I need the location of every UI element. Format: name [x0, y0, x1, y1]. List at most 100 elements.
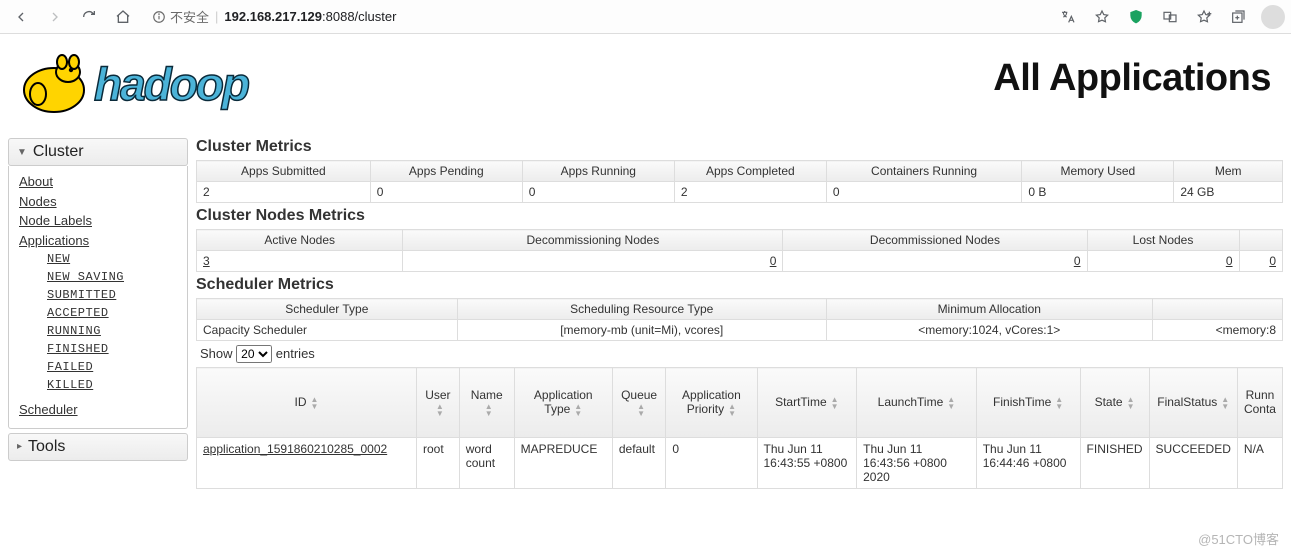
decommissioning-link[interactable]: 0: [770, 254, 777, 268]
url-rest: :8088/cluster: [322, 9, 396, 24]
th-resource-type: Scheduling Resource Type: [457, 299, 826, 320]
th-user[interactable]: User▲▼: [417, 368, 460, 438]
cell: 0: [1239, 251, 1282, 272]
sort-icon: ▲▼: [728, 403, 736, 417]
shield-icon[interactable]: [1121, 3, 1151, 31]
cell: 0: [370, 182, 522, 203]
nav-node-labels[interactable]: Node Labels: [19, 211, 177, 231]
sidebar: ▼ Cluster About Nodes Node Labels Applica…: [8, 138, 188, 489]
th-apptype[interactable]: Application Type▲▼: [514, 368, 612, 438]
sidebar-tools-header[interactable]: ▸Tools: [8, 433, 188, 461]
chevron-down-icon: ▼: [17, 147, 27, 158]
entries-control: Show 20 entries: [200, 345, 1283, 363]
svg-text:hadoop: hadoop: [94, 58, 249, 110]
th-blank2: [1152, 299, 1282, 320]
nav-state-accepted[interactable]: ACCEPTED: [47, 304, 177, 322]
th-starttime[interactable]: StartTime▲▼: [757, 368, 857, 438]
star-icon[interactable]: [1087, 3, 1117, 31]
nav-state-submitted[interactable]: SUBMITTED: [47, 286, 177, 304]
address-bar[interactable]: 不安全 | 192.168.217.129:8088/cluster: [152, 3, 1045, 31]
show-label: Show: [200, 346, 233, 361]
table-row: 2 0 0 2 0 0 B 24 GB: [197, 182, 1283, 203]
nav-scheduler[interactable]: Scheduler: [19, 400, 177, 420]
favorites-icon[interactable]: [1189, 3, 1219, 31]
section-scheduler-metrics: Scheduler Metrics: [196, 276, 1283, 294]
sort-icon: ▲▼: [1221, 396, 1229, 410]
sort-icon: ▲▼: [485, 403, 493, 417]
nav-state-new[interactable]: NEW: [47, 250, 177, 268]
th-running-containers[interactable]: Runn Conta: [1237, 368, 1282, 438]
th-queue[interactable]: Queue▲▼: [612, 368, 665, 438]
nodes-metrics-table: Active Nodes Decommissioning Nodes Decom…: [196, 229, 1283, 272]
th-mem: Mem: [1174, 161, 1283, 182]
th-blank: [1239, 230, 1282, 251]
cell-priority: 0: [666, 437, 757, 488]
refresh-button[interactable]: [74, 3, 104, 31]
cell-finalstatus: SUCCEEDED: [1149, 437, 1237, 488]
th-id[interactable]: ID▲▼: [197, 368, 417, 438]
url-host: 192.168.217.129: [224, 9, 322, 24]
th-state[interactable]: State▲▼: [1080, 368, 1149, 438]
th-apps-completed: Apps Completed: [674, 161, 826, 182]
sidebar-cluster-header[interactable]: ▼ Cluster: [8, 138, 188, 166]
cell: 2: [674, 182, 826, 203]
cluster-metrics-table: Apps Submitted Apps Pending Apps Running…: [196, 160, 1283, 203]
th-decommissioned: Decommissioned Nodes: [783, 230, 1087, 251]
cell-apptype: MAPREDUCE: [514, 437, 612, 488]
section-nodes-metrics: Cluster Nodes Metrics: [196, 207, 1283, 225]
decommissioned-link[interactable]: 0: [1074, 254, 1081, 268]
cell-starttime: Thu Jun 11 16:43:55 +0800: [757, 437, 857, 488]
sort-icon: ▲▼: [831, 396, 839, 410]
nav-state-running[interactable]: RUNNING: [47, 322, 177, 340]
translate2-icon[interactable]: [1155, 3, 1185, 31]
sidebar-cluster-label: Cluster: [33, 143, 84, 161]
nav-state-new-saving[interactable]: NEW SAVING: [47, 268, 177, 286]
application-link[interactable]: application_1591860210285_0002: [203, 442, 387, 456]
th-finalstatus[interactable]: FinalStatus▲▼: [1149, 368, 1237, 438]
nav-about[interactable]: About: [19, 172, 177, 192]
table-row: Capacity Scheduler [memory-mb (unit=Mi),…: [197, 320, 1283, 341]
nav-applications[interactable]: Applications: [19, 231, 177, 251]
collections-icon[interactable]: [1223, 3, 1253, 31]
toolbar-right: [1053, 3, 1285, 31]
cell: 3: [197, 251, 403, 272]
section-cluster-metrics: Cluster Metrics: [196, 138, 1283, 156]
active-nodes-link[interactable]: 3: [203, 254, 210, 268]
cell-user: root: [417, 437, 460, 488]
translate-icon[interactable]: [1053, 3, 1083, 31]
th-finishtime[interactable]: FinishTime▲▼: [976, 368, 1080, 438]
nav-state-killed[interactable]: KILLED: [47, 376, 177, 394]
th-apps-pending: Apps Pending: [370, 161, 522, 182]
th-memory-used: Memory Used: [1022, 161, 1174, 182]
cell-launchtime: Thu Jun 11 16:43:56 +0800 2020: [857, 437, 977, 488]
home-button[interactable]: [108, 3, 138, 31]
th-decommissioning: Decommissioning Nodes: [403, 230, 783, 251]
forward-button[interactable]: [40, 3, 70, 31]
cell-name: word count: [459, 437, 514, 488]
extra-link[interactable]: 0: [1269, 254, 1276, 268]
th-priority[interactable]: Application Priority▲▼: [666, 368, 757, 438]
cell-queue: default: [612, 437, 665, 488]
nav-nodes[interactable]: Nodes: [19, 192, 177, 212]
sort-icon: ▲▼: [1127, 396, 1135, 410]
nav-state-finished[interactable]: FINISHED: [47, 340, 177, 358]
cell: [memory-mb (unit=Mi), vcores]: [457, 320, 826, 341]
entries-select[interactable]: 20: [236, 345, 272, 363]
watermark: @51CTO博客: [1198, 529, 1279, 548]
lost-nodes-link[interactable]: 0: [1226, 254, 1233, 268]
sort-icon: ▲▼: [637, 403, 645, 417]
th-name[interactable]: Name▲▼: [459, 368, 514, 438]
th-launchtime[interactable]: LaunchTime▲▼: [857, 368, 977, 438]
back-button[interactable]: [6, 3, 36, 31]
info-icon: [152, 10, 166, 24]
th-min-alloc: Minimum Allocation: [826, 299, 1152, 320]
th-containers-running: Containers Running: [826, 161, 1021, 182]
table-row: 3 0 0 0 0: [197, 251, 1283, 272]
insecure-label: 不安全: [170, 7, 209, 26]
entries-label: entries: [276, 346, 315, 361]
page-title: All Applications: [312, 57, 1279, 100]
nav-state-failed[interactable]: FAILED: [47, 358, 177, 376]
cell: <memory:8: [1152, 320, 1282, 341]
sort-icon: ▲▼: [574, 403, 582, 417]
profile-avatar[interactable]: [1261, 5, 1285, 29]
